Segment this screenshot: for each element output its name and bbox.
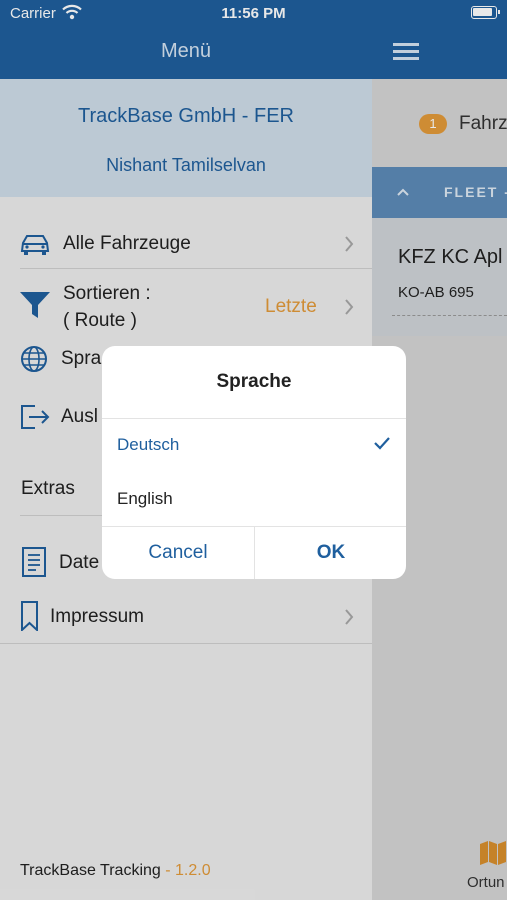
dialog-title: Sprache [216, 371, 292, 392]
option-label: English [117, 489, 173, 508]
language-option-deutsch[interactable]: Deutsch [102, 419, 406, 471]
ok-button[interactable]: OK [255, 527, 406, 579]
language-option-english[interactable]: English [102, 473, 406, 525]
option-label: Deutsch [117, 435, 180, 454]
checkmark-icon [374, 437, 390, 450]
language-dialog: Sprache Deutsch English Cancel OK [102, 346, 406, 579]
cancel-button[interactable]: Cancel [102, 527, 254, 579]
